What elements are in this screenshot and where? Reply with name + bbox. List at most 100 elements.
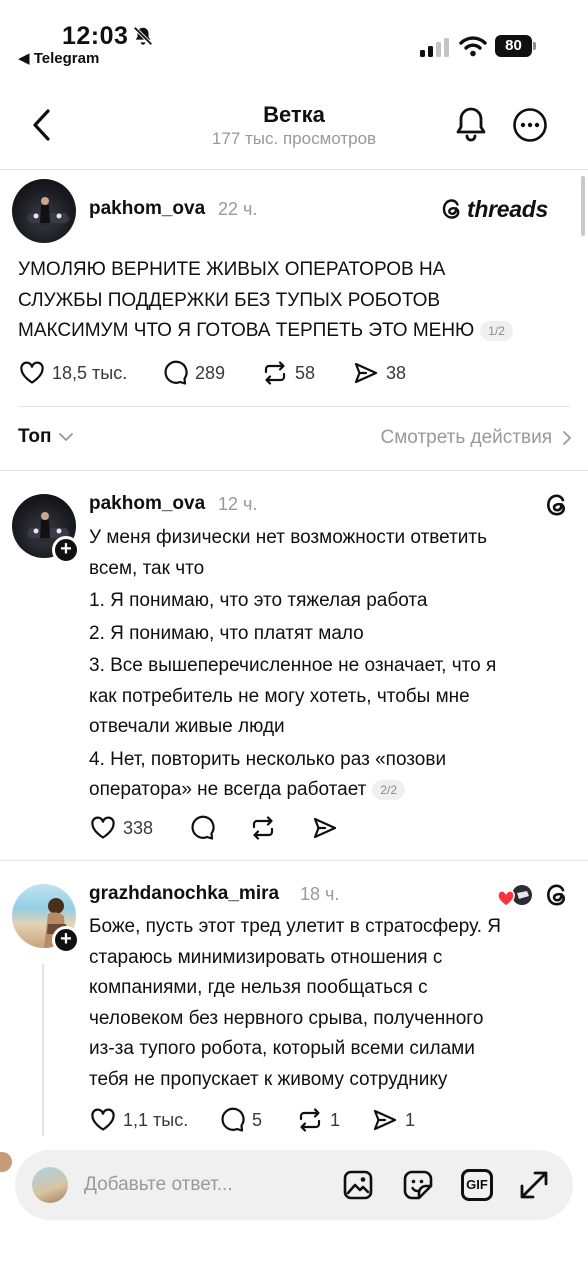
gif-icon[interactable]: GIF (461, 1169, 493, 1201)
reply-line: 4. Нет, повторить несколько раз «позови (89, 748, 447, 770)
heart-icon (91, 816, 115, 839)
avatar-photo (26, 197, 70, 227)
status-bar: 12:03 ◀ Telegram 80 (0, 0, 588, 74)
reply-line: тебя не пропускает к живому сотруднику (89, 1068, 448, 1090)
liked-by-author-icon (497, 885, 532, 907)
reply-line: отвечали живые люди (89, 716, 285, 737)
reply-time: 12 ч. (218, 494, 258, 514)
reply-line-last: оператора» не всегда работает 2/2 (89, 775, 496, 806)
like-count: 18,5 тыс. (52, 362, 128, 383)
reply-username[interactable]: grazhdanochka_mira (89, 883, 279, 905)
avatar (32, 1167, 68, 1203)
repost-count: 58 (295, 362, 316, 383)
comment-count: 289 (195, 362, 226, 383)
reply-time: 18 ч. (300, 884, 340, 904)
chevron-down-icon (58, 433, 73, 441)
repost-button[interactable]: 58 (261, 358, 315, 388)
reply-line: стараюсь минимизировать отношения с (89, 946, 443, 968)
reply-line: оператора» не всегда работает (89, 779, 367, 800)
like-button[interactable]: 338 (89, 813, 153, 843)
reply-line: компаниями, где нельзя пообщаться с (89, 977, 428, 998)
reply-text: Боже, пусть этот тред улетит в стратосфе… (89, 912, 501, 1095)
heart-icon (20, 361, 44, 384)
bell-icon[interactable] (452, 104, 490, 144)
threads-logo-icon (547, 494, 566, 516)
comment-icon (164, 360, 188, 385)
sort-label: Топ (18, 426, 52, 447)
repost-icon (252, 816, 274, 840)
reply-line: Боже, пусть этот тред улетит в стратосфе… (89, 916, 501, 937)
post-username[interactable]: pakhom_ova (89, 198, 205, 220)
bell-off-icon (133, 26, 153, 46)
post-line: СЛУЖБЫ ПОДДЕРЖКИ БЕЗ ТУПЫХ РОБОТОВ (18, 289, 441, 311)
see-actions-label: Смотреть действия (380, 427, 552, 448)
comment-icon (191, 815, 215, 840)
battery-nub (533, 42, 536, 50)
comment-count: 5 (252, 1109, 263, 1130)
threads-wordmark: threads (467, 195, 548, 222)
comment-button[interactable]: 289 (161, 358, 225, 388)
page-title: Ветка (263, 102, 325, 127)
reply-line: 3. Все вышеперечисленное не означает, чт… (89, 655, 497, 676)
comment-icon (221, 1107, 245, 1132)
post-line-last: МАКСИМУМ ЧТО Я ГОТОВА ТЕРПЕТЬ ЭТО МЕНЮ 1/… (18, 316, 513, 347)
reply-line: всем, так что (89, 557, 205, 579)
battery-level: 80 (495, 35, 532, 57)
thread-header: Ветка 177 тыс. просмотров (0, 80, 588, 170)
repost-icon (299, 1108, 321, 1132)
share-icon (373, 1109, 397, 1131)
reply-username[interactable]: pakhom_ova (89, 493, 205, 515)
battery-indicator: 80 (495, 35, 537, 57)
reply-line: У меня физически нет возможности ответит… (89, 527, 487, 548)
reply-line: как потребитель не могу хотеть, чтобы мн… (89, 685, 470, 707)
heart-icon (91, 1108, 115, 1131)
status-time: 12:03 (62, 22, 129, 50)
repost-button[interactable]: 1 (296, 1105, 340, 1135)
share-button[interactable] (311, 813, 339, 843)
scroll-indicator[interactable] (581, 176, 585, 236)
repost-button[interactable] (249, 813, 277, 843)
divider (0, 470, 588, 471)
divider (18, 406, 570, 407)
thread-line (42, 964, 44, 1136)
share-button[interactable]: 38 (352, 358, 406, 388)
follow-plus-button[interactable]: + (52, 926, 80, 954)
chevron-right-icon (563, 431, 571, 445)
back-to-telegram[interactable]: ◀ Telegram (18, 49, 99, 67)
see-actions-link[interactable]: Смотреть действия (381, 427, 572, 449)
reply-line: из-за тупого робота, который всеми силам… (89, 1038, 475, 1059)
more-icon[interactable] (510, 105, 550, 145)
views-count: 177 тыс. просмотров (211, 129, 377, 148)
comment-button[interactable]: 5 (218, 1105, 262, 1135)
like-button[interactable]: 18,5 тыс. (18, 358, 127, 388)
threads-brand: threads (440, 196, 548, 222)
repost-icon (264, 361, 286, 385)
page-badge: 2/2 (372, 779, 406, 800)
divider (0, 860, 588, 861)
page-badge: 1/2 (480, 320, 513, 341)
comment-button[interactable] (188, 813, 216, 843)
reply-line: 1. Я понимаю, что это тяжелая работа (89, 590, 428, 611)
post-time: 22 ч. (218, 199, 258, 219)
like-count: 338 (123, 817, 154, 838)
share-button[interactable]: 1 (371, 1105, 415, 1135)
threads-logo-icon (442, 199, 460, 219)
like-count: 1,1 тыс. (123, 1109, 189, 1130)
expand-icon[interactable] (518, 1169, 550, 1201)
sort-dropdown[interactable]: Топ (18, 426, 74, 448)
reply-text: У меня физически нет возможности ответит… (89, 523, 496, 806)
reply-line: человеком без нервного срыва, полученног… (89, 1007, 484, 1029)
share-count: 1 (405, 1109, 416, 1130)
image-icon[interactable] (342, 1169, 374, 1201)
follow-plus-button[interactable]: + (52, 536, 80, 564)
avatar[interactable] (12, 179, 76, 243)
reply-line: 2. Я понимаю, что платят мало (89, 622, 364, 644)
repost-count: 1 (330, 1109, 341, 1130)
main-post-text: УМОЛЯЮ ВЕРНИТЕ ЖИВЫХ ОПЕРАТОРОВ НА СЛУЖБ… (18, 255, 513, 347)
like-button[interactable]: 1,1 тыс. (89, 1105, 188, 1135)
post-line: УМОЛЯЮ ВЕРНИТЕ ЖИВЫХ ОПЕРАТОРОВ НА (18, 259, 446, 280)
reply-input[interactable]: Добавьте ответ... (84, 1174, 233, 1196)
reply-composer[interactable]: Добавьте ответ... GIF (15, 1150, 573, 1220)
sticker-icon[interactable] (402, 1169, 434, 1201)
next-reply-avatar (0, 1152, 12, 1172)
